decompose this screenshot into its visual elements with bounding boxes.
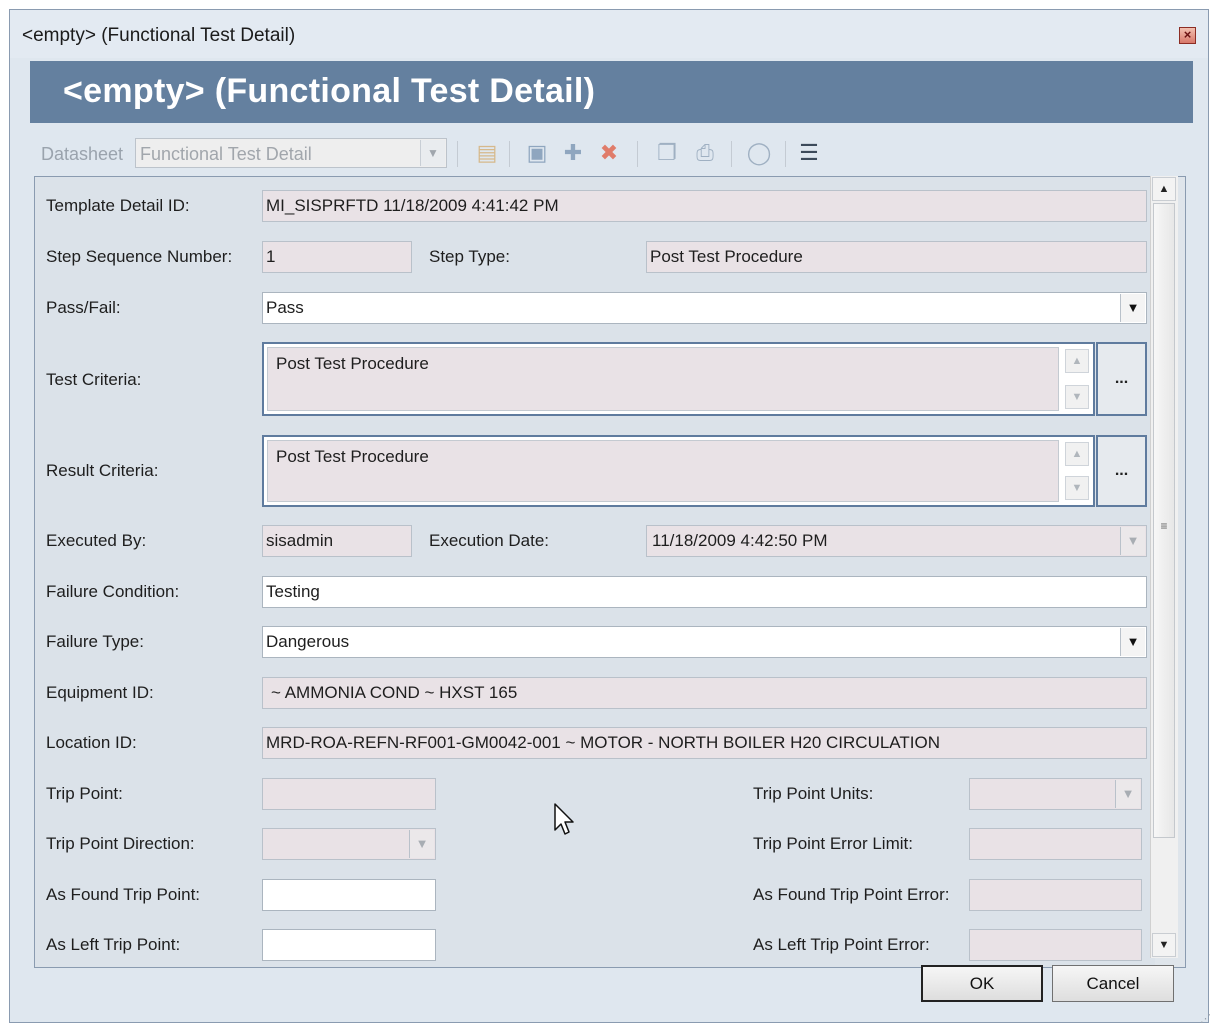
failure-type-value: Dangerous <box>266 632 350 651</box>
test-criteria-ellipsis-button[interactable]: ... <box>1096 342 1147 416</box>
scrollbar-thumb[interactable]: ≡ <box>1153 203 1175 838</box>
save-icon[interactable]: ▣ <box>523 139 551 167</box>
as-left-trip-point-label: As Left Trip Point: <box>46 935 181 954</box>
datasheet-label: Datasheet <box>41 144 124 164</box>
test-criteria-label: Test Criteria: <box>46 370 142 389</box>
as-left-trip-point-error-label: As Left Trip Point Error: <box>753 935 930 954</box>
result-criteria-label: Result Criteria: <box>46 461 159 480</box>
resize-grip-icon[interactable]: ⋰ <box>1200 1012 1211 1025</box>
form-scrollbar[interactable]: ▲ ≡ ▼ <box>1150 176 1178 958</box>
pass-fail-select[interactable]: Pass ▼ <box>262 292 1147 324</box>
result-criteria-text[interactable]: Post Test Procedure <box>267 440 1059 502</box>
close-icon[interactable]: × <box>1179 27 1196 44</box>
execution-date-value: 11/18/2009 4:42:50 PM <box>652 531 828 550</box>
test-criteria-scrollbar[interactable]: ▲ ▼ <box>1065 349 1089 409</box>
step-type-field[interactable]: Post Test Procedure <box>646 241 1147 273</box>
execution-date-label: Execution Date: <box>429 531 550 550</box>
trip-point-direction-select[interactable]: ▼ <box>262 828 436 860</box>
mouse-cursor-icon <box>554 803 574 835</box>
trip-point-direction-label: Trip Point Direction: <box>46 834 195 853</box>
as-left-trip-point-error-field[interactable] <box>969 929 1142 961</box>
toolbar-separator <box>637 141 638 167</box>
as-found-trip-point-field[interactable] <box>262 879 436 911</box>
datasheet-value: Functional Test Detail <box>140 144 312 164</box>
template-detail-id-label: Template Detail ID: <box>46 196 190 215</box>
executed-by-label: Executed By: <box>46 531 147 550</box>
scroll-up-icon[interactable]: ▲ <box>1152 177 1176 201</box>
print-icon[interactable]: ⎙ <box>691 139 719 167</box>
page-title: <empty> (Functional Test Detail) <box>63 72 596 110</box>
refresh-icon[interactable]: ◯ <box>745 139 773 167</box>
equipment-id-label: Equipment ID: <box>46 683 154 702</box>
cancel-button[interactable]: Cancel <box>1052 965 1174 1002</box>
chevron-down-icon[interactable]: ▼ <box>1120 628 1145 656</box>
copy-icon[interactable]: ❐ <box>653 139 681 167</box>
trip-point-units-select[interactable]: ▼ <box>969 778 1142 810</box>
trip-point-field[interactable] <box>262 778 436 810</box>
toolbar-separator <box>457 141 458 167</box>
title-bar: <empty> (Functional Test Detail) × <box>10 10 1208 58</box>
trip-point-label: Trip Point: <box>46 784 123 803</box>
scroll-up-icon[interactable]: ▲ <box>1065 349 1089 373</box>
chevron-down-icon[interactable]: ▼ <box>1120 294 1145 322</box>
pass-fail-value: Pass <box>266 298 304 317</box>
as-found-trip-point-error-label: As Found Trip Point Error: <box>753 885 950 904</box>
chevron-down-icon[interactable]: ▼ <box>409 830 434 858</box>
failure-condition-field[interactable]: Testing <box>262 576 1147 608</box>
toolbar-separator <box>785 141 786 167</box>
template-detail-id-field[interactable]: MI_SISPRFTD 11/18/2009 4:41:42 PM <box>262 190 1147 222</box>
datasheet-select[interactable]: Functional Test Detail ▼ <box>135 138 447 168</box>
failure-type-select[interactable]: Dangerous ▼ <box>262 626 1147 658</box>
execution-date-select[interactable]: 11/18/2009 4:42:50 PM ▼ <box>646 525 1147 557</box>
toolbar: Datasheet Functional Test Detail ▼ ▤ ▣ ✚… <box>29 134 1192 174</box>
chevron-down-icon[interactable]: ▼ <box>420 140 445 166</box>
location-id-label: Location ID: <box>46 733 137 752</box>
result-criteria-memo[interactable]: Post Test Procedure ▲ ▼ <box>262 435 1095 507</box>
pass-fail-label: Pass/Fail: <box>46 298 121 317</box>
location-id-field[interactable]: MRD-ROA-REFN-RF001-GM0042-001 ~ MOTOR - … <box>262 727 1147 759</box>
executed-by-field[interactable]: sisadmin <box>262 525 412 557</box>
scroll-down-icon[interactable]: ▼ <box>1065 476 1089 500</box>
report-icon[interactable]: ☰ <box>795 139 823 167</box>
failure-type-label: Failure Type: <box>46 632 144 651</box>
scroll-up-icon[interactable]: ▲ <box>1065 442 1089 466</box>
test-criteria-memo[interactable]: Post Test Procedure ▲ ▼ <box>262 342 1095 416</box>
grip-icon: ≡ <box>1160 519 1168 533</box>
as-found-trip-point-label: As Found Trip Point: <box>46 885 201 904</box>
step-type-label: Step Type: <box>429 247 510 266</box>
form-panel: Template Detail ID: MI_SISPRFTD 11/18/20… <box>34 176 1186 968</box>
trip-point-error-limit-label: Trip Point Error Limit: <box>753 834 913 853</box>
window-title: <empty> (Functional Test Detail) <box>22 25 296 46</box>
delete-icon[interactable]: ✖ <box>595 139 623 167</box>
result-criteria-scrollbar[interactable]: ▲ ▼ <box>1065 442 1089 500</box>
form-body: Template Detail ID: MI_SISPRFTD 11/18/20… <box>35 177 1155 967</box>
as-found-trip-point-error-field[interactable] <box>969 879 1142 911</box>
page-header: <empty> (Functional Test Detail) <box>30 61 1193 123</box>
new-record-icon[interactable]: ▤ <box>473 139 501 167</box>
trip-point-units-label: Trip Point Units: <box>753 784 874 803</box>
save-new-icon[interactable]: ✚ <box>559 139 587 167</box>
scroll-down-icon[interactable]: ▼ <box>1065 385 1089 409</box>
scroll-down-icon[interactable]: ▼ <box>1152 933 1176 957</box>
failure-condition-label: Failure Condition: <box>46 582 180 601</box>
equipment-id-field[interactable]: ~ AMMONIA COND ~ HXST 165 <box>262 677 1147 709</box>
step-sequence-number-label: Step Sequence Number: <box>46 247 233 266</box>
chevron-down-icon[interactable]: ▼ <box>1120 527 1145 555</box>
step-sequence-number-field[interactable]: 1 <box>262 241 412 273</box>
toolbar-separator <box>509 141 510 167</box>
as-left-trip-point-field[interactable] <box>262 929 436 961</box>
ok-button[interactable]: OK <box>921 965 1043 1002</box>
trip-point-error-limit-field[interactable] <box>969 828 1142 860</box>
test-criteria-text[interactable]: Post Test Procedure <box>267 347 1059 411</box>
chevron-down-icon[interactable]: ▼ <box>1115 780 1140 808</box>
toolbar-separator <box>731 141 732 167</box>
result-criteria-ellipsis-button[interactable]: ... <box>1096 435 1147 507</box>
